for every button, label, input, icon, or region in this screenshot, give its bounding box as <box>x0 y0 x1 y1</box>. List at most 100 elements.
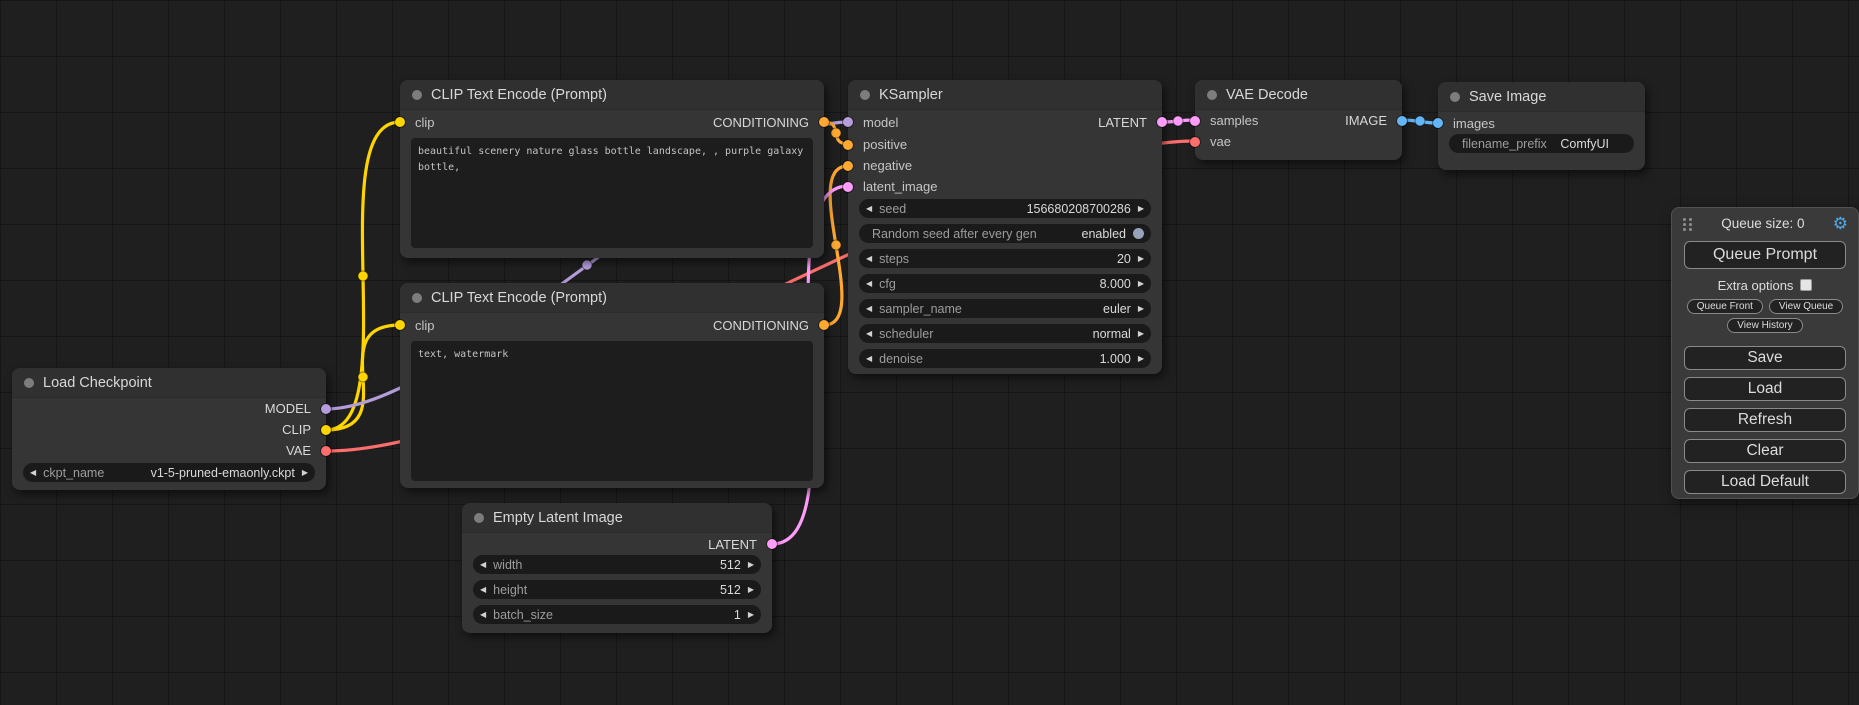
negative-prompt-textarea[interactable]: text, watermark <box>411 341 813 481</box>
positive-prompt-textarea[interactable]: beautiful scenery nature glass bottle la… <box>411 138 813 248</box>
node-save-image[interactable]: Save Image images filename_prefix ComfyU… <box>1438 82 1645 170</box>
decrement-arrow-icon[interactable]: ◀ <box>866 280 872 288</box>
node-vae-decode[interactable]: VAE Decode samples IMAGE vae <box>1195 80 1402 160</box>
increment-arrow-icon[interactable]: ▶ <box>1138 355 1144 363</box>
decrement-arrow-icon[interactable]: ◀ <box>866 205 872 213</box>
widget-control-after-generate[interactable]: Random seed after every gen enabled <box>859 224 1151 243</box>
node-title-bar[interactable]: CLIP Text Encode (Prompt) <box>400 283 824 313</box>
clear-button[interactable]: Clear <box>1684 439 1846 463</box>
decrement-arrow-icon[interactable]: ◀ <box>480 611 486 619</box>
port-row: MODEL <box>12 398 326 419</box>
view-history-row: View History <box>1672 318 1858 333</box>
widget-label: Random seed after every gen <box>872 227 1037 241</box>
node-ksampler[interactable]: KSampler model LATENT positive negative … <box>848 80 1162 374</box>
node-title-bar[interactable]: CLIP Text Encode (Prompt) <box>400 80 824 110</box>
node-collapse-dot[interactable] <box>412 90 422 100</box>
settings-gear-icon[interactable]: ⚙ <box>1833 215 1848 232</box>
node-collapse-dot[interactable] <box>1450 92 1460 102</box>
model-output-port[interactable] <box>321 404 331 414</box>
widget-value: 512 <box>720 558 741 572</box>
increment-arrow-icon[interactable]: ▶ <box>1138 330 1144 338</box>
positive-input-port[interactable] <box>843 140 853 150</box>
vae-output-port[interactable] <box>321 446 331 456</box>
node-title-bar[interactable]: Load Checkpoint <box>12 368 326 398</box>
save-button[interactable]: Save <box>1684 346 1846 370</box>
increment-arrow-icon[interactable]: ▶ <box>1138 255 1144 263</box>
node-collapse-dot[interactable] <box>24 378 34 388</box>
node-title: KSampler <box>879 87 943 103</box>
node-title-bar[interactable]: Save Image <box>1438 82 1645 112</box>
image-output-port[interactable] <box>1397 116 1407 126</box>
load-default-button[interactable]: Load Default <box>1684 470 1846 494</box>
widget-ckpt-name[interactable]: ◀ ckpt_name v1-5-pruned-emaonly.ckpt ▶ <box>23 463 315 482</box>
widget-label: width <box>493 558 522 572</box>
widget-height[interactable]: ◀ height 512 ▶ <box>473 580 761 599</box>
node-load-checkpoint[interactable]: Load Checkpoint MODEL CLIP VAE ◀ ckpt_na… <box>12 368 326 490</box>
model-input-port[interactable] <box>843 117 853 127</box>
decrement-arrow-icon[interactable]: ◀ <box>480 561 486 569</box>
images-input-port[interactable] <box>1433 118 1443 128</box>
widget-value: 8.000 <box>1100 277 1131 291</box>
clip-input-port[interactable] <box>395 320 405 330</box>
decrement-arrow-icon[interactable]: ◀ <box>30 469 36 477</box>
widget-seed[interactable]: ◀ seed 156680208700286 ▶ <box>859 199 1151 218</box>
decrement-arrow-icon[interactable]: ◀ <box>866 305 872 313</box>
view-history-button[interactable]: View History <box>1727 318 1802 333</box>
widget-value: 1 <box>734 608 741 622</box>
conditioning-output-port[interactable] <box>819 117 829 127</box>
node-title: Empty Latent Image <box>493 510 623 526</box>
node-title-bar[interactable]: VAE Decode <box>1195 80 1402 110</box>
widget-filename-prefix[interactable]: filename_prefix ComfyUI <box>1449 134 1634 153</box>
increment-arrow-icon[interactable]: ▶ <box>748 561 754 569</box>
clip-output-port[interactable] <box>321 425 331 435</box>
queue-front-button[interactable]: Queue Front <box>1687 299 1763 314</box>
node-collapse-dot[interactable] <box>860 90 870 100</box>
widget-cfg[interactable]: ◀ cfg 8.000 ▶ <box>859 274 1151 293</box>
conditioning-output-port[interactable] <box>819 320 829 330</box>
view-queue-button[interactable]: View Queue <box>1769 299 1843 314</box>
widget-label: denoise <box>879 352 923 366</box>
widget-batch-size[interactable]: ◀ batch_size 1 ▶ <box>473 605 761 624</box>
latent-output-port[interactable] <box>767 539 777 549</box>
extra-options-checkbox[interactable] <box>1800 279 1812 291</box>
drag-handle-icon[interactable] <box>1682 217 1693 230</box>
load-button[interactable]: Load <box>1684 377 1846 401</box>
queue-size-label: Queue size: 0 <box>1693 216 1833 231</box>
clip-input-port[interactable] <box>395 117 405 127</box>
port-label: VAE <box>286 443 311 458</box>
samples-input-port[interactable] <box>1190 116 1200 126</box>
increment-arrow-icon[interactable]: ▶ <box>1138 280 1144 288</box>
increment-arrow-icon[interactable]: ▶ <box>748 611 754 619</box>
widget-steps[interactable]: ◀ steps 20 ▶ <box>859 249 1151 268</box>
decrement-arrow-icon[interactable]: ◀ <box>866 255 872 263</box>
increment-arrow-icon[interactable]: ▶ <box>302 469 308 477</box>
widget-denoise[interactable]: ◀ denoise 1.000 ▶ <box>859 349 1151 368</box>
node-empty-latent-image[interactable]: Empty Latent Image LATENT ◀ width 512 ▶ … <box>462 503 772 633</box>
node-collapse-dot[interactable] <box>1207 90 1217 100</box>
latent-image-input-port[interactable] <box>843 182 853 192</box>
node-graph-canvas[interactable]: Load Checkpoint MODEL CLIP VAE ◀ ckpt_na… <box>0 0 1859 705</box>
node-clip-text-encode-positive[interactable]: CLIP Text Encode (Prompt) clip CONDITION… <box>400 80 824 258</box>
increment-arrow-icon[interactable]: ▶ <box>1138 205 1144 213</box>
node-title-bar[interactable]: Empty Latent Image <box>462 503 772 533</box>
port-label: LATENT <box>708 537 757 552</box>
increment-arrow-icon[interactable]: ▶ <box>1138 305 1144 313</box>
vae-input-port[interactable] <box>1190 137 1200 147</box>
node-collapse-dot[interactable] <box>412 293 422 303</box>
node-clip-text-encode-negative[interactable]: CLIP Text Encode (Prompt) clip CONDITION… <box>400 283 824 488</box>
widget-sampler-name[interactable]: ◀ sampler_name euler ▶ <box>859 299 1151 318</box>
node-title-bar[interactable]: KSampler <box>848 80 1162 110</box>
widget-width[interactable]: ◀ width 512 ▶ <box>473 555 761 574</box>
toggle-dot[interactable] <box>1133 228 1144 239</box>
negative-input-port[interactable] <box>843 161 853 171</box>
widget-scheduler[interactable]: ◀ scheduler normal ▶ <box>859 324 1151 343</box>
increment-arrow-icon[interactable]: ▶ <box>748 586 754 594</box>
refresh-button[interactable]: Refresh <box>1684 408 1846 432</box>
port-label: vae <box>1210 134 1231 149</box>
node-collapse-dot[interactable] <box>474 513 484 523</box>
latent-output-port[interactable] <box>1157 117 1167 127</box>
decrement-arrow-icon[interactable]: ◀ <box>480 586 486 594</box>
queue-prompt-button[interactable]: Queue Prompt <box>1684 241 1846 269</box>
decrement-arrow-icon[interactable]: ◀ <box>866 355 872 363</box>
decrement-arrow-icon[interactable]: ◀ <box>866 330 872 338</box>
